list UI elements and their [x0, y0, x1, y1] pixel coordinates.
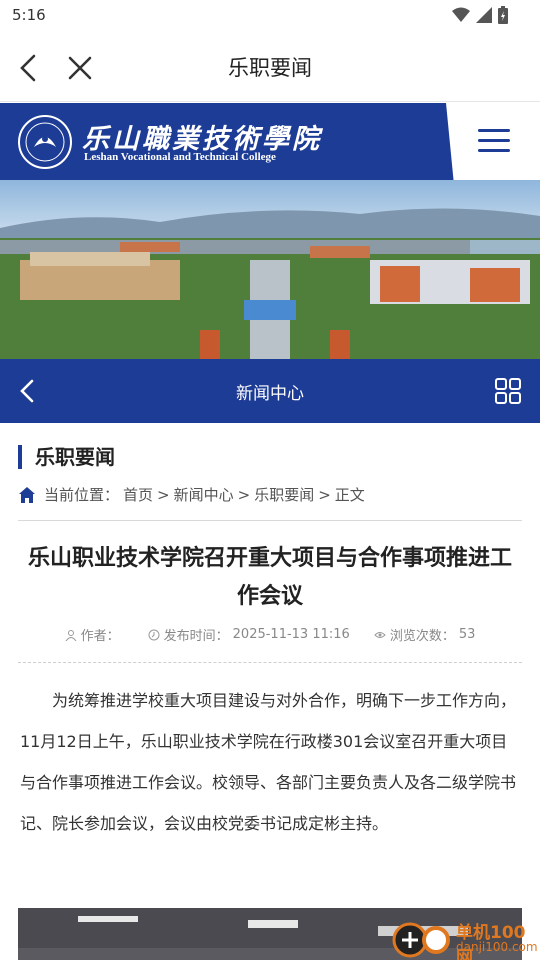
date-meta: 发布时间： 2025-11-13 11:16 [148, 625, 350, 644]
hamburger-menu-icon[interactable] [478, 125, 516, 157]
watermark-logo-icon [392, 922, 450, 958]
author-label: 作者： [80, 629, 120, 644]
breadcrumb-item-news[interactable]: 乐职要闻 [254, 484, 314, 505]
views-meta: 浏览次数： 53 [374, 625, 476, 644]
battery-icon [498, 6, 508, 24]
breadcrumb: 当前位置： 首页 > 新闻中心 > 乐职要闻 > 正文 [18, 484, 365, 505]
breadcrumb-separator: > [157, 485, 170, 504]
clock-icon [148, 629, 160, 640]
college-seal-logo [18, 115, 72, 169]
date-value: 2025-11-13 11:16 [232, 627, 350, 642]
section-heading: 乐职要闻 [18, 445, 115, 469]
breadcrumb-item-home[interactable]: 首页 [123, 484, 153, 505]
breadcrumb-separator: > [237, 485, 251, 504]
breadcrumb-item-news-center[interactable]: 新闻中心 [174, 484, 234, 505]
breadcrumb-label: 当前位置： [44, 486, 120, 504]
views-label: 浏览次数： [389, 629, 455, 644]
app-bar: 乐职要闻 [0, 32, 540, 102]
article-body: 为统筹推进学校重大项目建设与对外合作，明确下一步工作方向，11月12日上午，乐山… [20, 691, 517, 833]
date-label: 发布时间： [163, 629, 229, 644]
article-meta: 作者： 发布时间： 2025-11-13 11:16 浏览次数： 53 [0, 625, 540, 644]
campus-aerial-photo [0, 180, 540, 359]
eye-icon [374, 631, 386, 638]
status-bar: 5:16 [0, 0, 540, 32]
author-meta: 作者： [65, 625, 124, 644]
breadcrumb-item-current: 正文 [334, 486, 365, 504]
breadcrumb-separator: > [318, 485, 331, 504]
page-title: 乐职要闻 [228, 56, 312, 80]
views-value: 53 [458, 627, 476, 642]
divider [18, 520, 522, 521]
home-icon [19, 486, 35, 503]
divider [18, 662, 522, 663]
college-name-en: Leshan Vocational and Technical College [84, 151, 276, 163]
section-nav-bar: 新闻中心 [0, 359, 540, 423]
wifi-icon [452, 7, 470, 22]
status-icons [452, 6, 508, 24]
signal-icon [476, 7, 492, 23]
article-title: 乐山职业技术学院召开重大项目与合作事项推进工作会议 [27, 546, 512, 609]
grid-menu-icon[interactable] [494, 377, 522, 405]
user-icon [65, 629, 77, 641]
college-header: 乐山職業技術學院 Leshan Vocational and Technical… [0, 103, 540, 180]
watermark: 单机100网 danji100.com [392, 916, 538, 960]
section-nav-title: 新闻中心 [236, 384, 304, 404]
watermark-text-en: danji100.com [456, 940, 538, 954]
status-time: 5:16 [12, 6, 46, 24]
